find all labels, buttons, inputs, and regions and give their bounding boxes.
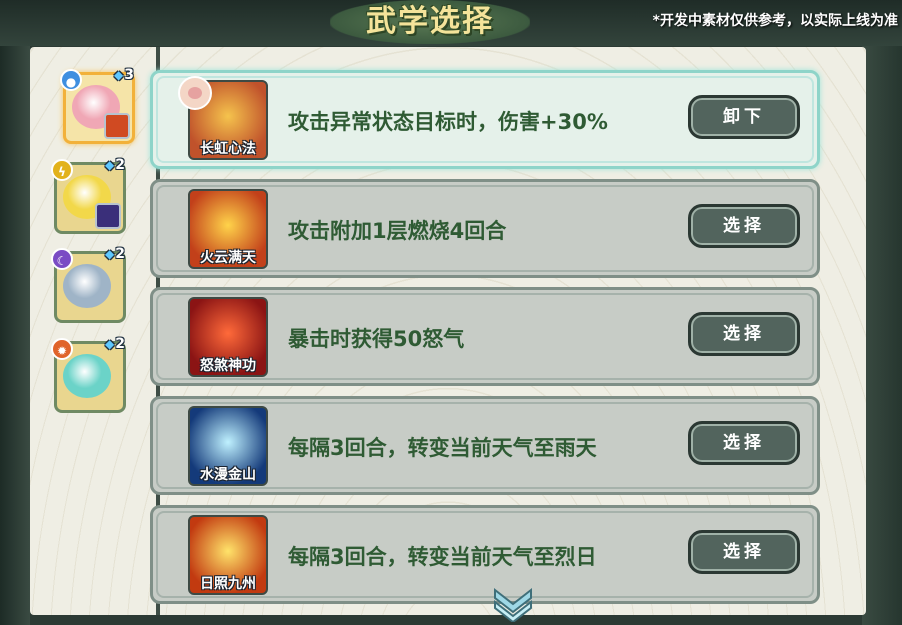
skill-row[interactable]: 长虹心法 攻击异常状态目标时，伤害+30% 卸下 [150,70,820,169]
pet-card[interactable]: ☾ ◆2 [51,246,126,323]
skill-name: 日照九州 [200,576,256,592]
skill-description: 攻击异常状态目标时，伤害+30% [288,110,608,134]
skill-description: 攻击附加1层燃烧4回合 [288,219,507,243]
pet-card[interactable]: ● ◆3 [60,67,135,144]
select-button[interactable]: 选择 [688,204,800,248]
gem-icon: ◆ [105,337,115,351]
pet-portrait [63,264,111,308]
unequip-button[interactable]: 卸下 [688,95,800,139]
pet-card[interactable]: ϟ ◆2 [51,157,126,234]
owner-pet-avatar [178,76,212,110]
gem-icon: ◆ [114,68,124,82]
page-title: 武学选择 [366,4,494,39]
moon-icon: ☾ [51,248,73,270]
pet-card[interactable]: ✹ ◆2 [51,336,126,413]
skill-name: 火云满天 [200,250,256,266]
skill-row[interactable]: 日照九州 每隔3回合，转变当前天气至烈日 选择 [150,505,820,604]
skill-icon: 火云满天 [188,189,268,269]
skill-row[interactable]: 水漫金山 每隔3回合，转变当前天气至雨天 选择 [150,396,820,495]
equipped-skill-mini-icon [104,113,130,139]
skill-icon: 水漫金山 [188,406,268,486]
pet-level-badge: ◆2 [105,246,125,262]
skill-icon: 怒煞神功 [188,297,268,377]
skill-name: 长虹心法 [200,141,256,157]
skill-name: 水漫金山 [200,467,256,483]
water-drop-icon: ● [60,69,82,91]
select-button[interactable]: 选择 [688,421,800,465]
skill-description: 暴击时获得50怒气 [288,327,465,351]
gem-icon: ◆ [105,158,115,172]
select-button[interactable]: 选择 [688,530,800,574]
left-backdrop [0,0,30,625]
sun-icon: ✹ [51,338,73,360]
select-button[interactable]: 选择 [688,312,800,356]
equipped-skill-mini-icon [95,203,121,229]
right-backdrop [862,0,902,625]
gem-icon: ◆ [105,247,115,261]
chevron-down-icon[interactable] [491,586,535,622]
skill-row[interactable]: 火云满天 攻击附加1层燃烧4回合 选择 [150,179,820,278]
skill-name: 怒煞神功 [200,358,256,374]
skill-description: 每隔3回合，转变当前天气至烈日 [288,545,597,569]
skill-row[interactable]: 怒煞神功 暴击时获得50怒气 选择 [150,287,820,386]
pet-level-badge: ◆2 [105,157,125,173]
pet-portrait [63,354,111,398]
skill-icon: 日照九州 [188,515,268,595]
dev-notice: *开发中素材仅供参考，以实际上线为准 [652,13,898,29]
pet-level-badge: ◆2 [105,336,125,352]
skill-description: 每隔3回合，转变当前天气至雨天 [288,436,597,460]
pet-level-badge: ◆3 [114,67,134,83]
lightning-icon: ϟ [51,159,73,181]
